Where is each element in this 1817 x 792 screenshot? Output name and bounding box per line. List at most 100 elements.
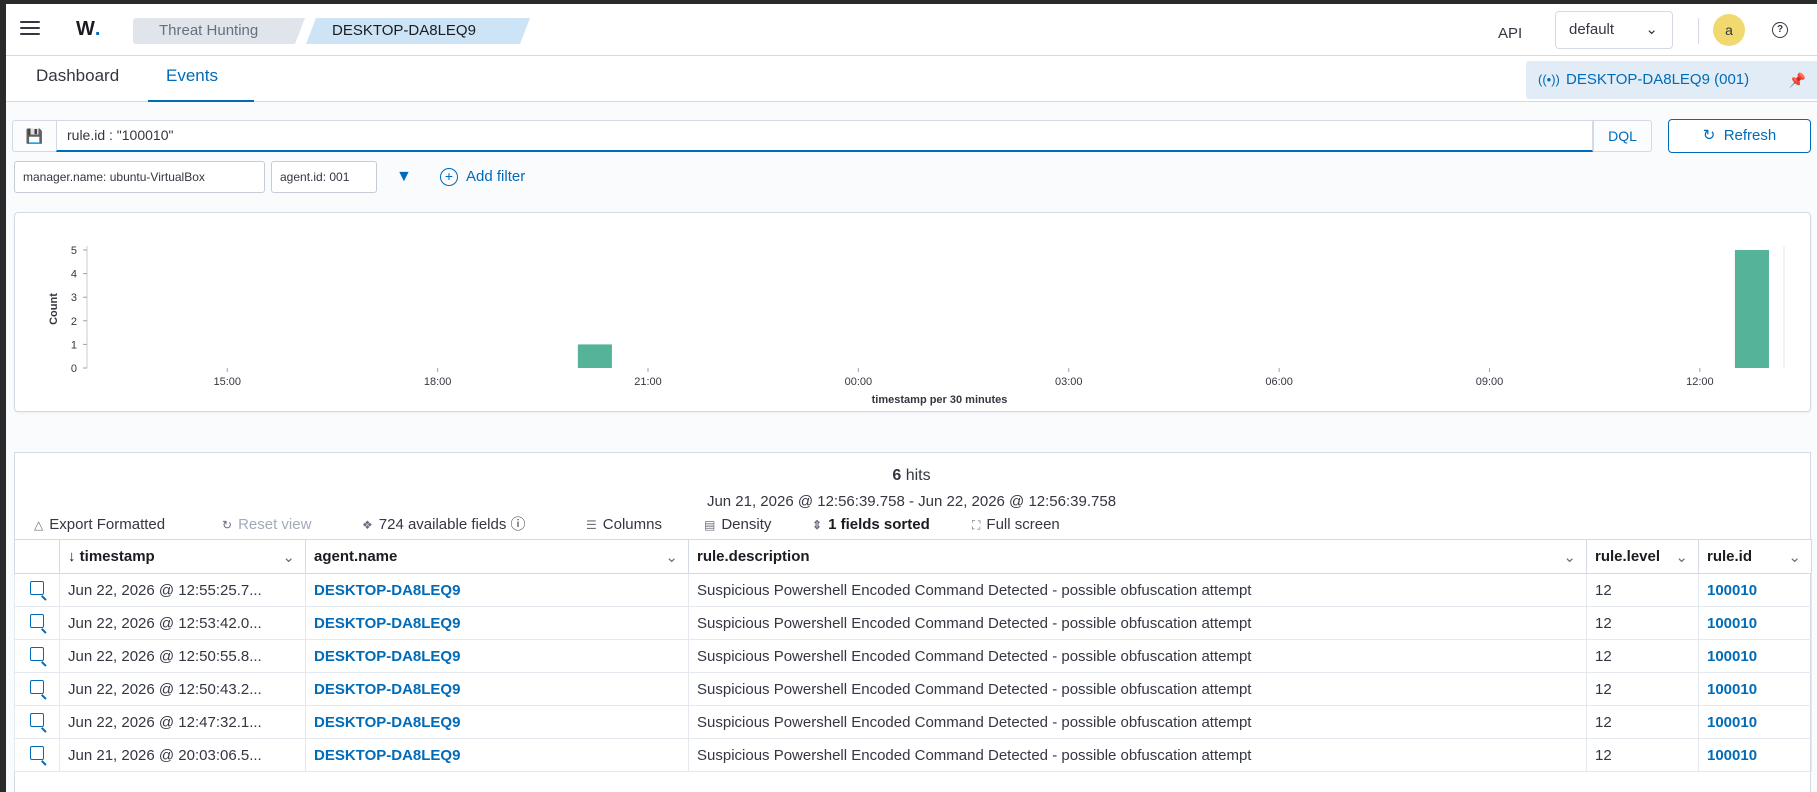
help-icon[interactable]: ?: [1772, 22, 1788, 38]
cell-agent-name[interactable]: DESKTOP-DA8LEQ9: [305, 738, 689, 772]
column-header-rule-description[interactable]: rule.description ⌄: [688, 539, 1587, 574]
cell-rule-description: Suspicious Powershell Encoded Command De…: [688, 672, 1587, 706]
pinned-agent-badge[interactable]: ((•)) DESKTOP-DA8LEQ9 (001) 📌: [1526, 61, 1817, 99]
query-input[interactable]: rule.id : "100010": [56, 120, 1593, 152]
table-row[interactable]: Jun 22, 2026 @ 12:53:42.0... DESKTOP-DA8…: [14, 606, 1812, 640]
x-tick-label: 18:00: [424, 376, 452, 388]
refresh-button[interactable]: ↻ Refresh: [1668, 119, 1811, 153]
y-tick-label: 0: [71, 363, 77, 375]
expand-column-header: [14, 539, 60, 574]
columns-button[interactable]: ☰ Columns: [586, 514, 662, 536]
inspect-document-icon[interactable]: [14, 672, 60, 706]
inspect-document-icon[interactable]: [14, 573, 60, 607]
table-row[interactable]: Jun 22, 2026 @ 12:50:55.8... DESKTOP-DA8…: [14, 639, 1812, 673]
filter-pill-agent[interactable]: agent.id: 001: [271, 161, 377, 193]
time-range: Jun 21, 2026 @ 12:56:39.758 - Jun 22, 20…: [706, 493, 1117, 510]
sort-desc-icon: ↓: [68, 548, 76, 565]
chevron-down-icon[interactable]: ⌄: [1788, 548, 1801, 566]
cell-rule-id[interactable]: 100010: [1698, 606, 1812, 640]
reset-view-button[interactable]: ↻ Reset view: [222, 514, 311, 536]
filter-pill-manager[interactable]: manager.name: ubuntu-VirtualBox: [14, 161, 265, 193]
x-tick-label: 09:00: [1476, 376, 1504, 388]
table-row[interactable]: Jun 21, 2026 @ 20:03:06.5... DESKTOP-DA8…: [14, 738, 1812, 772]
sort-fields-button[interactable]: ⇕ 1 fields sorted: [812, 514, 930, 536]
y-axis-label: Count: [48, 293, 60, 325]
export-formatted-button[interactable]: △ Export Formatted: [34, 514, 165, 536]
chevron-down-icon[interactable]: ⌄: [1563, 548, 1576, 566]
tab-events[interactable]: Events: [148, 56, 254, 102]
pin-icon[interactable]: 📌: [1789, 61, 1806, 99]
dql-toggle[interactable]: DQL: [1593, 120, 1652, 152]
cell-rule-description: Suspicious Powershell Encoded Command De…: [688, 738, 1587, 772]
cell-rule-level: 12: [1586, 738, 1699, 772]
density-button[interactable]: ▤ Density: [704, 514, 771, 536]
top-header: W. Threat Hunting DESKTOP-DA8LEQ9 API de…: [6, 4, 1817, 56]
api-select[interactable]: default ⌄: [1555, 11, 1673, 49]
cell-rule-level: 12: [1586, 639, 1699, 673]
histogram-bar: [577, 344, 612, 368]
column-header-timestamp[interactable]: ↓ timestamp ⌄: [59, 539, 306, 574]
cell-agent-name[interactable]: DESKTOP-DA8LEQ9: [305, 639, 689, 673]
cell-timestamp: Jun 22, 2026 @ 12:47:32.1...: [59, 705, 306, 739]
api-selected-value: default: [1569, 21, 1615, 38]
cell-agent-name[interactable]: DESKTOP-DA8LEQ9: [305, 606, 689, 640]
inspect-document-icon[interactable]: [14, 705, 60, 739]
table-header-row: ↓ timestamp ⌄ agent.name ⌄ rule.descriptio…: [14, 539, 1812, 574]
refresh-icon: ↻: [1702, 127, 1716, 144]
table-row[interactable]: Jun 22, 2026 @ 12:55:25.7... DESKTOP-DA8…: [14, 573, 1812, 607]
cell-agent-name[interactable]: DESKTOP-DA8LEQ9: [305, 705, 689, 739]
column-header-agent-name[interactable]: agent.name ⌄: [305, 539, 689, 574]
cell-rule-id[interactable]: 100010: [1698, 573, 1812, 607]
chevron-down-icon[interactable]: ⌄: [282, 548, 295, 566]
cell-rule-id[interactable]: 100010: [1698, 639, 1812, 673]
inspect-document-icon[interactable]: [14, 606, 60, 640]
hits-count: 6 hits: [892, 467, 931, 484]
x-tick-label: 06:00: [1265, 376, 1293, 388]
cell-agent-name[interactable]: DESKTOP-DA8LEQ9: [305, 573, 689, 607]
histogram-panel: 0 1 2 3 4 5 Count 15:00 18:00 21:00 00:00 03:00 06:0…: [14, 212, 1811, 412]
table-row[interactable]: Jun 22, 2026 @ 12:50:43.2... DESKTOP-DA8…: [14, 672, 1812, 706]
cell-rule-description: Suspicious Powershell Encoded Command De…: [688, 606, 1587, 640]
column-header-rule-level[interactable]: rule.level ⌄: [1586, 539, 1699, 574]
full-screen-button[interactable]: ⛶ Full screen: [972, 514, 1060, 536]
save-query-icon[interactable]: 💾: [12, 120, 56, 152]
histogram-chart: 0 1 2 3 4 5 Count 15:00 18:00 21:00 00:00 03:00 06:0…: [48, 245, 1785, 406]
inspect-document-icon[interactable]: [14, 738, 60, 772]
tab-dashboard[interactable]: Dashboard: [18, 56, 137, 102]
refresh-label: Refresh: [1723, 127, 1777, 144]
breadcrumb-threat-hunting[interactable]: Threat Hunting: [133, 18, 305, 44]
add-filter-button[interactable]: + Add filter: [440, 168, 525, 186]
cell-timestamp: Jun 22, 2026 @ 12:55:25.7...: [59, 573, 306, 607]
cell-rule-id[interactable]: 100010: [1698, 672, 1812, 706]
y-tick-label: 4: [71, 269, 77, 281]
cell-rule-id[interactable]: 100010: [1698, 738, 1812, 772]
hamburger-menu-icon[interactable]: [20, 21, 40, 37]
cell-rule-id[interactable]: 100010: [1698, 705, 1812, 739]
chevron-down-icon[interactable]: ⌄: [665, 548, 678, 566]
table-row[interactable]: Jun 22, 2026 @ 12:47:32.1... DESKTOP-DA8…: [14, 705, 1812, 739]
events-table: ↓ timestamp ⌄ agent.name ⌄ rule.descriptio…: [14, 539, 1812, 772]
cell-timestamp: Jun 22, 2026 @ 12:53:42.0...: [59, 606, 306, 640]
app-logo[interactable]: W.: [76, 18, 100, 41]
breadcrumb-agent[interactable]: DESKTOP-DA8LEQ9: [306, 18, 530, 44]
cell-rule-description: Suspicious Powershell Encoded Command De…: [688, 705, 1587, 739]
add-filter-label: Add filter: [466, 168, 526, 185]
cell-rule-level: 12: [1586, 606, 1699, 640]
x-tick-label: 00:00: [845, 376, 873, 388]
api-label: API: [1498, 25, 1523, 42]
x-tick-label: 03:00: [1055, 376, 1083, 388]
column-header-rule-id[interactable]: rule.id ⌄: [1698, 539, 1812, 574]
cell-agent-name[interactable]: DESKTOP-DA8LEQ9: [305, 672, 689, 706]
fields-icon: ❖: [362, 518, 373, 532]
chevron-down-icon[interactable]: ⌄: [1675, 548, 1688, 566]
reset-icon: ↻: [222, 518, 233, 532]
filter-menu-icon[interactable]: ▼: [396, 168, 412, 186]
y-tick-label: 3: [71, 292, 77, 304]
inspect-document-icon[interactable]: [14, 639, 60, 673]
divider: [1698, 18, 1699, 44]
available-fields-label[interactable]: ❖ 724 available fields ⓘ: [362, 514, 526, 536]
cell-timestamp: Jun 22, 2026 @ 12:50:43.2...: [59, 672, 306, 706]
antenna-icon: ((•)): [1538, 72, 1560, 87]
info-icon: ⓘ: [510, 516, 526, 533]
user-avatar[interactable]: a: [1713, 14, 1745, 46]
